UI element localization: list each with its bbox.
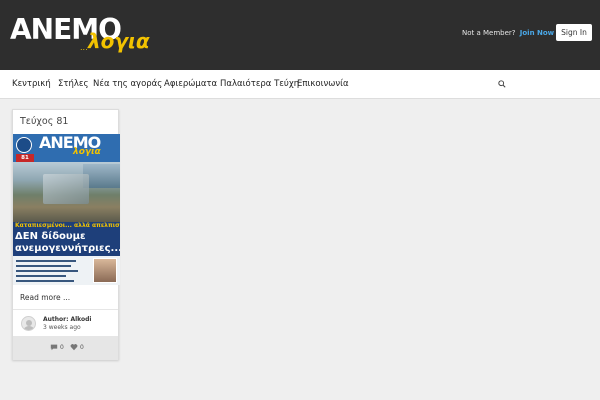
cover-headline-line1: ΔΕΝ δίδουμε [15, 231, 86, 242]
site-logo[interactable]: ΑΝΕΜΟ ... λογια [10, 14, 150, 54]
cover-contents-line [16, 275, 66, 277]
issue-card: Τεύχος 81 81 ΑΝΕΜΟ λογια Καταπιεσμένοι..… [12, 109, 120, 360]
comment-icon[interactable] [50, 343, 58, 351]
join-now-link[interactable]: Join Now [520, 29, 554, 37]
sign-in-button[interactable]: Sign In [556, 24, 592, 41]
cover-portrait [93, 258, 117, 283]
nav-item-market-news[interactable]: Νέα της αγοράς [93, 70, 162, 99]
card-footer: 0 0 [13, 336, 118, 360]
post-time: 3 weeks ago [43, 324, 81, 331]
comments-count: 0 [60, 344, 64, 351]
author-avatar[interactable] [21, 316, 36, 331]
heart-icon[interactable] [70, 343, 78, 351]
author-label: Author: [43, 316, 69, 323]
site-header: ΑΝΕΜΟ ... λογια Not a Member? Join Now S… [0, 0, 600, 70]
read-more-link[interactable]: Read more ... [20, 293, 70, 303]
cover-issue-number: 81 [16, 154, 34, 162]
main-nav: Κεντρική Στήλες Νέα της αγοράς Αφιερώματ… [0, 70, 600, 99]
cover-contents-line [16, 260, 76, 262]
nav-item-home[interactable]: Κεντρική [12, 70, 51, 99]
member-text: Not a Member? [462, 29, 516, 37]
author-line: Author: Alkodi [43, 316, 91, 324]
cover-photo-overlay [43, 174, 89, 204]
member-prompt: Not a Member? Join Now [462, 29, 554, 38]
cover-headline-small: Καταπιεσμένοι... αλλά απελπισμένοι [15, 222, 120, 229]
avatar-body [23, 326, 35, 330]
author-name[interactable]: Alkodi [70, 316, 91, 323]
cover-badge [16, 137, 32, 153]
cover-headline-line2: ανεμογεννήτριες... [15, 243, 120, 254]
cover-contents-line [16, 270, 78, 272]
logo-sub-text: λογια [88, 29, 150, 53]
search-icon[interactable] [498, 80, 506, 88]
nav-item-past-issues[interactable]: Παλαιότερα Τεύχη [220, 70, 299, 99]
cover-logo-sub: λογια [73, 147, 101, 157]
nav-item-features[interactable]: Αφιερώματα [164, 70, 217, 99]
logo-dots: ... [80, 43, 88, 52]
cover-contents-line [16, 280, 74, 282]
nav-item-contact[interactable]: Επικοινωνία [297, 70, 349, 99]
nav-item-columns[interactable]: Στήλες [58, 70, 89, 99]
likes-count: 0 [80, 344, 84, 351]
card-divider [13, 309, 118, 310]
cover-contents-line [16, 265, 71, 267]
issue-title[interactable]: Τεύχος 81 [20, 116, 68, 128]
issue-cover-image[interactable]: 81 ΑΝΕΜΟ λογια Καταπιεσμένοι... αλλά απε… [13, 134, 120, 285]
